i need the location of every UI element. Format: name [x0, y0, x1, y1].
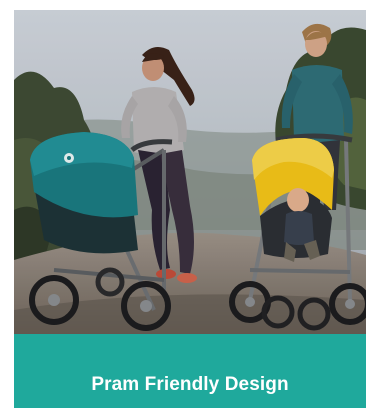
- feature-caption: Pram Friendly Design: [91, 374, 289, 395]
- feature-card: Pram Friendly Design: [14, 10, 366, 408]
- feature-photo: [14, 10, 366, 334]
- caption-bar: Pram Friendly Design: [14, 334, 366, 408]
